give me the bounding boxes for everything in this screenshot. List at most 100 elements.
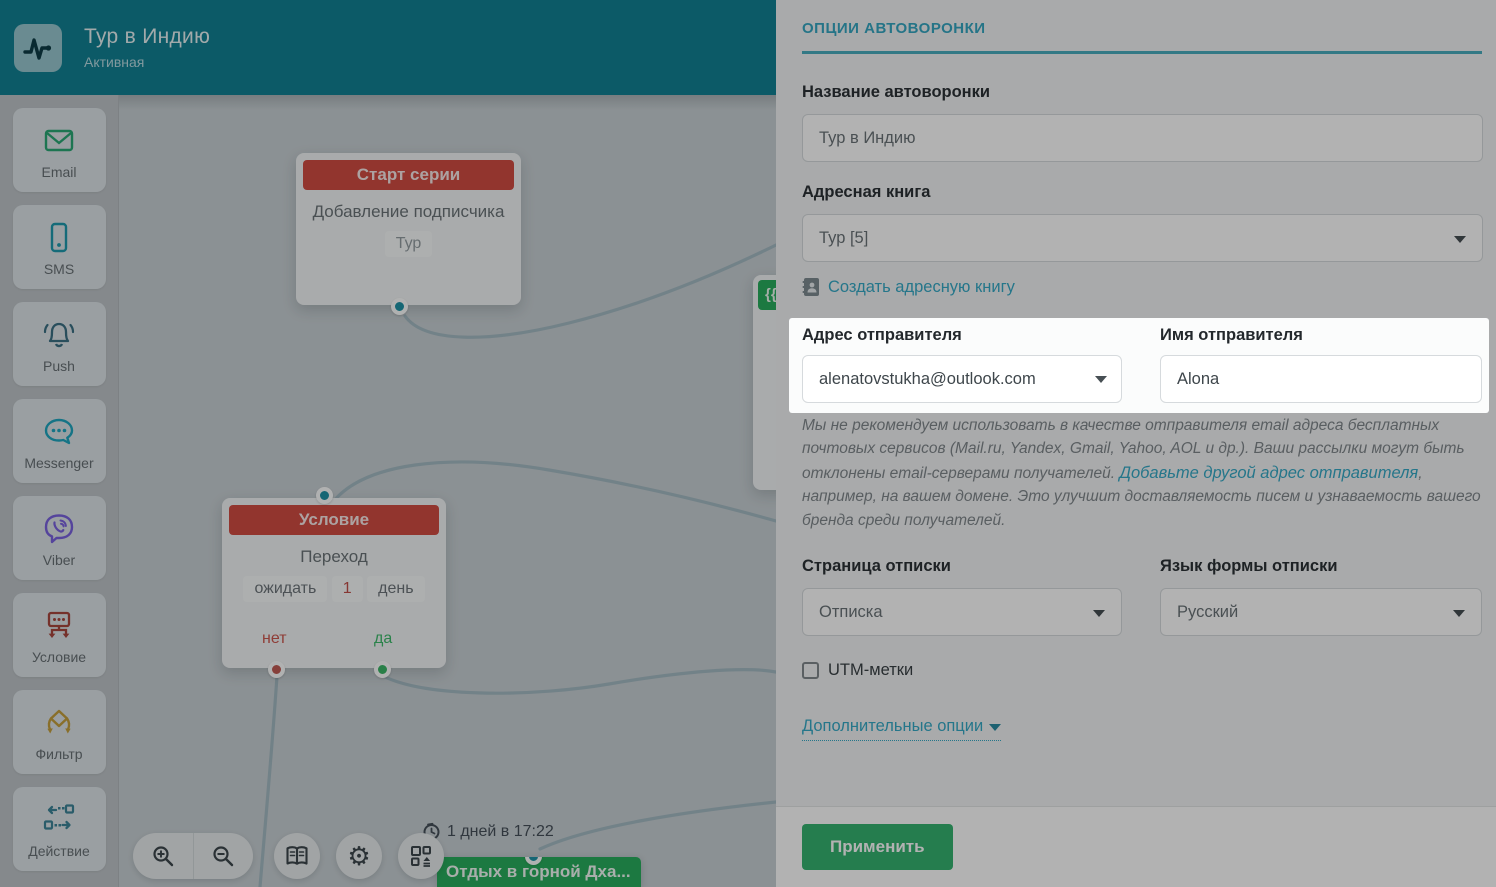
sender-address-select[interactable]: alenatovstukha@outlook.com xyxy=(802,355,1122,403)
flow-canvas[interactable]: Старт серии Добавление подписчика Тур Ус… xyxy=(119,95,776,887)
funnel-status: Активная xyxy=(84,54,210,70)
sidebar-item-email[interactable]: Email xyxy=(13,108,106,192)
address-book-select[interactable]: Тур [5] xyxy=(802,214,1483,262)
sidebar-item-label: Фильтр xyxy=(35,746,82,762)
sidebar-item-label: SMS xyxy=(44,261,74,277)
email-node[interactable]: Отдых в горной Дха... xyxy=(437,857,641,887)
unsubscribe-language-value: Русский xyxy=(1177,603,1238,621)
start-node[interactable]: Старт серии Добавление подписчика Тур xyxy=(296,153,521,305)
sidebar-item-label: Push xyxy=(43,358,75,374)
start-node-tag: Тур xyxy=(385,231,433,257)
wait-label-tag: ожидать xyxy=(243,576,327,602)
app-header: Тур в Индию Активная xyxy=(0,0,776,95)
wait-unit-tag: день xyxy=(367,576,424,602)
create-address-book-link[interactable]: Создать адресную книгу xyxy=(802,277,1015,297)
chevron-down-icon xyxy=(989,724,1001,731)
chevron-down-icon xyxy=(1095,376,1107,383)
sender-spotlight-section: Адрес отправителя alenatovstukha@outlook… xyxy=(789,318,1489,413)
sender-address-label: Адрес отправителя xyxy=(802,326,962,345)
sender-name-input[interactable] xyxy=(1160,355,1482,403)
funnel-name-input[interactable] xyxy=(802,114,1483,162)
funnel-name-label: Название автоворонки xyxy=(802,83,1482,102)
schedule-text: 1 дней в 17:22 xyxy=(447,823,554,841)
sidebar-item-push[interactable]: Push xyxy=(13,302,106,386)
condition-node-body: Переход xyxy=(222,546,446,567)
sender-address-value: alenatovstukha@outlook.com xyxy=(819,370,1036,388)
wait-value-tag: 1 xyxy=(332,576,363,602)
node-sidebar: Email SMS Push Messenger Viber Условие Ф… xyxy=(0,95,119,887)
chevron-down-icon xyxy=(1453,610,1465,617)
branch-no-label: нет xyxy=(262,630,287,648)
sidebar-item-label: Email xyxy=(41,164,76,180)
settings-button[interactable]: ⚙ xyxy=(336,833,382,879)
chevron-down-icon xyxy=(1454,236,1466,243)
condition-node-header: Условие xyxy=(229,505,439,535)
connector-in-dot[interactable] xyxy=(316,487,333,504)
funnel-heading: Тур в Индию Активная xyxy=(84,25,210,70)
unsubscribe-page-value: Отписка xyxy=(819,603,883,621)
email-icon xyxy=(39,121,79,161)
sidebar-item-messenger[interactable]: Messenger xyxy=(13,399,106,483)
sidebar-item-label: Условие xyxy=(32,649,86,665)
sidebar-item-condition[interactable]: Условие xyxy=(13,593,106,677)
structure-button[interactable] xyxy=(398,833,444,879)
unsubscribe-language-label: Язык формы отписки xyxy=(1160,557,1482,576)
guide-book-button[interactable] xyxy=(274,833,320,879)
sidebar-item-filter[interactable]: Фильтр xyxy=(13,690,106,774)
branch-yes-dot[interactable] xyxy=(374,661,391,678)
options-panel: ОПЦИИ АВТОВОРОНКИ Название автоворонки А… xyxy=(776,0,1496,887)
sidebar-item-sms[interactable]: SMS xyxy=(13,205,106,289)
email-node-title: Отдых в горной Дха... xyxy=(446,862,631,881)
add-sender-link[interactable]: Добавьте другой адрес отправителя xyxy=(1119,464,1418,482)
condition-node[interactable]: Условие Переход ожидать 1 день нет да xyxy=(222,498,446,668)
zoom-in-icon xyxy=(151,844,175,868)
connector-out-dot[interactable] xyxy=(391,298,408,315)
gear-icon: ⚙ xyxy=(347,843,370,869)
unsubscribe-language-select[interactable]: Русский xyxy=(1160,588,1482,636)
utm-checkbox[interactable] xyxy=(802,662,819,679)
book-icon xyxy=(284,844,310,868)
pulse-icon xyxy=(14,24,62,72)
zoom-toolbar xyxy=(133,833,253,879)
automation-editor-page: Тур в Индию Активная Email SMS Push Mess… xyxy=(0,0,1496,887)
utm-checkbox-row[interactable]: UTM-метки xyxy=(802,661,913,680)
filter-icon xyxy=(39,703,79,743)
chevron-down-icon xyxy=(1093,610,1105,617)
zoom-out-button[interactable] xyxy=(193,833,254,879)
zoom-in-button[interactable] xyxy=(133,833,193,879)
address-book-value: Тур [5] xyxy=(819,229,868,247)
more-options-text: Дополнительные опции xyxy=(802,717,983,735)
condition-icon xyxy=(39,606,79,646)
schedule-label-row: 1 дней в 17:22 xyxy=(422,822,554,841)
address-book-label: Адресная книга xyxy=(802,183,1482,202)
sender-name-label: Имя отправителя xyxy=(1160,326,1303,345)
branch-yes-label: да xyxy=(374,630,392,648)
push-icon xyxy=(39,315,79,355)
panel-title-tab[interactable]: ОПЦИИ АВТОВОРОНКИ xyxy=(802,20,1482,37)
unsubscribe-page-select[interactable]: Отписка xyxy=(802,588,1122,636)
sidebar-item-viber[interactable]: Viber xyxy=(13,496,106,580)
sidebar-item-label: Действие xyxy=(28,843,90,859)
viber-icon xyxy=(39,509,79,549)
address-book-icon xyxy=(802,277,820,297)
action-icon xyxy=(39,800,79,840)
sms-icon xyxy=(39,218,79,258)
sidebar-item-label: Viber xyxy=(43,552,75,568)
sidebar-item-label: Messenger xyxy=(24,455,93,471)
sidebar-item-action[interactable]: Действие xyxy=(13,787,106,871)
messenger-icon xyxy=(39,412,79,452)
unsubscribe-row: Страница отписки Отписка Язык формы отпи… xyxy=(802,557,1482,636)
panel-title-underline xyxy=(802,51,1482,54)
zoom-out-icon xyxy=(211,844,235,868)
create-address-book-text: Создать адресную книгу xyxy=(828,278,1015,297)
utm-label: UTM-метки xyxy=(828,661,913,680)
more-options-link[interactable]: Дополнительные опции xyxy=(802,717,1001,741)
unsubscribe-page-label: Страница отписки xyxy=(802,557,1122,576)
sender-note-text: Мы не рекомендуем использовать в качеств… xyxy=(802,414,1483,532)
start-node-body: Добавление подписчика xyxy=(296,201,521,222)
apply-button[interactable]: Применить xyxy=(802,824,953,870)
funnel-title: Тур в Индию xyxy=(84,25,210,49)
branch-no-dot[interactable] xyxy=(268,661,285,678)
panel-footer: Применить xyxy=(776,806,1496,887)
start-node-header: Старт серии xyxy=(303,160,514,190)
